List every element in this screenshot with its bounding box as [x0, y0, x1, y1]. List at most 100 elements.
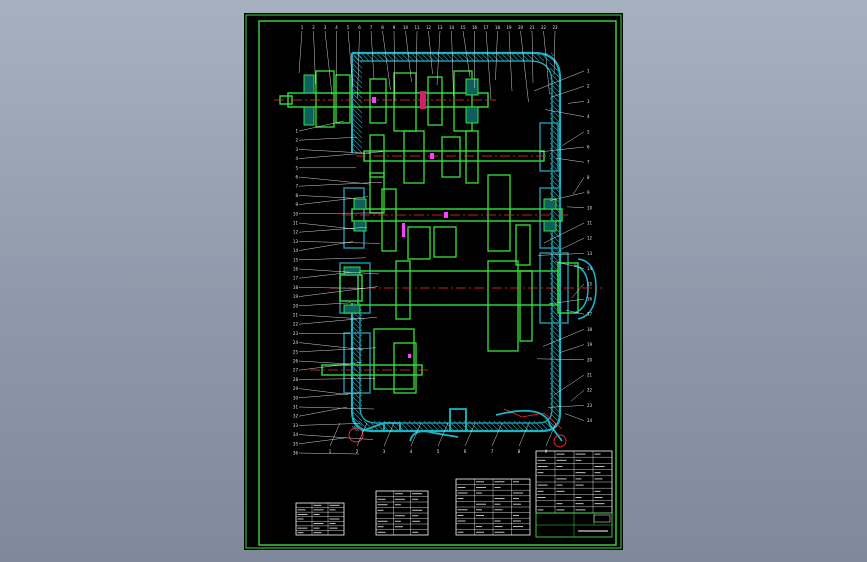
callout-top-1: 1 [301, 25, 304, 30]
callout-top-9: 9 [393, 25, 396, 30]
drawing-sheet: 1 2 3 4 5 6 7 8 9 10 11 12 13 14 15 16 17 18 19 20 21 22 23 24 2… [244, 13, 623, 550]
callout-left-18: 18 [293, 285, 299, 290]
callout-top-23: 23 [552, 25, 558, 30]
callout-right-2: 2 [587, 84, 590, 89]
table-bottom-mid [375, 490, 429, 536]
callout-left-22: 22 [293, 322, 299, 327]
callout-numbers: 1234567891011121314151617181920212223242… [293, 25, 593, 456]
callout-left-13: 13 [293, 239, 299, 244]
callout-left-20: 20 [293, 303, 299, 308]
callout-top-21: 21 [529, 25, 535, 30]
callout-right-7: 7 [587, 160, 590, 165]
outer-frame [245, 14, 622, 549]
callout-right-18: 18 [587, 327, 593, 332]
callout-left-21: 21 [293, 313, 299, 318]
callout-top-12: 12 [426, 25, 432, 30]
callout-bottom-6: 6 [464, 449, 467, 454]
callout-top-15: 15 [460, 25, 466, 30]
callout-left-31: 31 [293, 405, 299, 410]
callout-right-6: 6 [587, 145, 590, 150]
callout-right-8: 8 [587, 175, 590, 180]
callout-left-24: 24 [293, 340, 299, 345]
callout-left-26: 26 [293, 359, 299, 364]
callout-right-4: 4 [587, 114, 590, 119]
callout-right-9: 9 [587, 190, 590, 195]
callout-top-11: 11 [414, 25, 420, 30]
callout-left-4: 4 [295, 156, 298, 161]
callout-left-34: 34 [293, 432, 299, 437]
table-bottom-right [455, 478, 531, 536]
callout-top-5: 5 [347, 25, 350, 30]
callout-left-19: 19 [293, 294, 299, 299]
callout-left-15: 15 [293, 257, 299, 262]
callout-right-23: 23 [587, 403, 593, 408]
callout-left-14: 14 [293, 248, 299, 253]
callout-left-23: 23 [293, 331, 299, 336]
title-block [535, 512, 613, 538]
callout-bottom-3: 3 [383, 449, 386, 454]
callout-right-22: 22 [587, 388, 593, 393]
callout-left-25: 25 [293, 349, 299, 354]
callout-top-2: 2 [312, 25, 315, 30]
callout-bottom-2: 2 [356, 449, 359, 454]
callout-top-8: 8 [381, 25, 384, 30]
callout-left-29: 29 [293, 386, 299, 391]
callout-top-13: 13 [437, 25, 443, 30]
callout-top-22: 22 [541, 25, 547, 30]
callout-right-10: 10 [587, 205, 593, 210]
callout-right-20: 20 [587, 357, 593, 362]
shafts [279, 92, 579, 376]
table-bottom-left [295, 502, 345, 536]
callout-left-16: 16 [293, 267, 299, 272]
callout-top-16: 16 [472, 25, 478, 30]
callout-left-8: 8 [295, 193, 298, 198]
callout-left-35: 35 [293, 441, 299, 446]
callout-top-18: 18 [495, 25, 501, 30]
callout-bottom-4: 4 [410, 449, 413, 454]
callout-top-3: 3 [324, 25, 327, 30]
callout-top-20: 20 [518, 25, 524, 30]
callout-right-13: 13 [587, 251, 593, 256]
callout-bottom-8: 8 [518, 449, 521, 454]
callout-top-14: 14 [449, 25, 455, 30]
callout-left-10: 10 [293, 211, 299, 216]
callout-left-3: 3 [295, 147, 298, 152]
callout-left-32: 32 [293, 414, 299, 419]
gears [315, 70, 533, 394]
callout-top-10: 10 [403, 25, 409, 30]
callout-top-4: 4 [335, 25, 338, 30]
callout-right-3: 3 [587, 99, 590, 104]
callout-right-24: 24 [587, 418, 593, 423]
callout-right-15: 15 [587, 281, 593, 286]
callout-bottom-7: 7 [491, 449, 494, 454]
callout-left-7: 7 [295, 184, 298, 189]
table-side-upper [535, 450, 613, 514]
output-flange [573, 258, 597, 320]
callout-right-17: 17 [587, 312, 593, 317]
callout-bottom-9: 9 [545, 449, 548, 454]
callout-right-12: 12 [587, 236, 593, 241]
callout-top-19: 19 [506, 25, 512, 30]
callout-left-27: 27 [293, 368, 299, 373]
callout-left-11: 11 [293, 221, 299, 226]
callout-top-17: 17 [483, 25, 489, 30]
callout-left-6: 6 [295, 175, 298, 180]
callout-left-12: 12 [293, 230, 299, 235]
callout-bottom-1: 1 [329, 449, 332, 454]
callout-right-21: 21 [587, 373, 593, 378]
parts-tables [295, 450, 613, 538]
callout-left-1: 1 [295, 129, 298, 134]
callout-left-17: 17 [293, 276, 299, 281]
callout-right-11: 11 [587, 221, 593, 226]
callout-top-6: 6 [358, 25, 361, 30]
callout-left-33: 33 [293, 423, 299, 428]
callout-right-14: 14 [587, 266, 593, 271]
callout-left-36: 36 [293, 451, 299, 456]
callout-left-28: 28 [293, 377, 299, 382]
callout-bottom-5: 5 [437, 449, 440, 454]
callout-right-5: 5 [587, 129, 590, 134]
callout-left-2: 2 [295, 138, 298, 143]
gearbox-assembly-drawing: 1234567891011121314151617181920212223242… [245, 14, 622, 549]
callout-left-5: 5 [295, 165, 298, 170]
callout-right-16: 16 [587, 297, 593, 302]
